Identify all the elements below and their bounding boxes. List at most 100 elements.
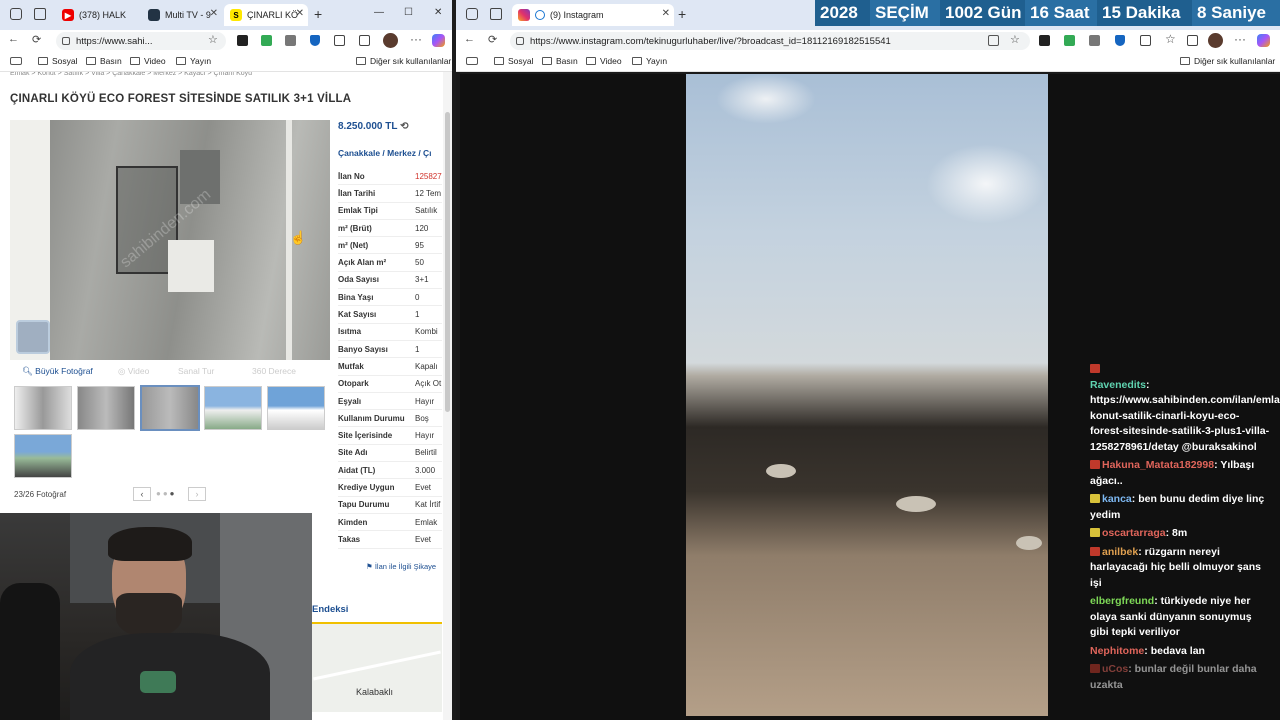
close-icon[interactable]: ✕ (662, 8, 670, 19)
menu-icon[interactable] (466, 57, 478, 65)
workspaces-icon[interactable] (10, 8, 22, 20)
maximize-icon[interactable]: ☐ (404, 7, 413, 18)
live-indicator-icon (535, 10, 545, 20)
avatar[interactable] (383, 33, 398, 48)
extension-icon-1[interactable] (1039, 35, 1050, 46)
reader-view-icon[interactable] (988, 35, 999, 46)
tab-sahibinden[interactable]: S ÇINARLI KÖ ✕ (224, 4, 308, 26)
virtual-tour-tab[interactable]: Sanal Tur (178, 366, 214, 376)
chat-username: Nephitome (1090, 644, 1145, 657)
close-icon[interactable]: ✕ (210, 8, 218, 19)
bookmark-other[interactable]: Diğer sık kullanılanlar (356, 56, 451, 66)
detail-key: Aidat (TL) (338, 465, 376, 475)
copilot-icon[interactable] (432, 34, 445, 47)
scrollbar-thumb[interactable] (445, 112, 450, 412)
right-address-row: ← ⟳ https://www.instagram.com/tekinugurl… (456, 30, 1280, 52)
more-icon[interactable]: ··· (1234, 32, 1246, 46)
extension-icon-1[interactable] (237, 35, 248, 46)
bookmark-video[interactable]: Video (130, 56, 166, 66)
map-road (313, 650, 441, 681)
detail-row: Açık Alan m² 50 (338, 254, 442, 272)
thumbnail[interactable] (14, 434, 72, 478)
next-photo-button[interactable]: › (188, 487, 206, 501)
detail-value: Kombi (415, 327, 438, 337)
close-icon[interactable]: ✕ (296, 8, 304, 19)
more-icon[interactable]: ··· (410, 32, 422, 46)
countdown-days: 1002 Gün (940, 0, 1025, 26)
thumbnail[interactable] (14, 386, 72, 430)
new-tab-icon[interactable]: + (678, 6, 686, 22)
avatar[interactable] (1208, 33, 1223, 48)
extension-icon-2[interactable] (1064, 35, 1075, 46)
bookmark-yayin[interactable]: Yayın (176, 56, 211, 66)
extension-icon-3[interactable] (1089, 35, 1100, 46)
chat-message: anilbek: rüzgarın nereyi harlayacağı hiç… (1090, 545, 1272, 592)
bookmark-sosyal[interactable]: Sosyal (494, 56, 534, 66)
detail-value: Hayır (415, 396, 435, 406)
extensions-puzzle-icon[interactable] (334, 35, 345, 46)
thumbnail[interactable] (77, 386, 135, 430)
history-icon[interactable]: ⟲ (400, 121, 408, 132)
tab-label: (9) Instagram (550, 10, 604, 20)
tab-instagram[interactable]: (9) Instagram ✕ (512, 4, 674, 26)
main-photo[interactable]: sahibinden.com ☝ (10, 120, 330, 360)
bookmark-video[interactable]: Video (586, 56, 622, 66)
big-photo-tab[interactable]: 🔍︎ Büyük Fotoğraf (22, 366, 93, 377)
detail-row: m² (Brüt) 120 (338, 220, 442, 238)
favorite-star-icon[interactable]: ☆ (1010, 33, 1020, 46)
video-tab[interactable]: ◎ Video (118, 366, 149, 377)
tab-actions-icon[interactable] (34, 8, 46, 20)
extensions-puzzle-icon[interactable] (1140, 35, 1151, 46)
photo-logo-icon (16, 320, 50, 354)
location-breadcrumb[interactable]: Çanakkale / Merkez / Çı (338, 148, 432, 158)
bookmark-other[interactable]: Diğer sık kullanılanlar (1180, 56, 1275, 66)
tab-youtube[interactable]: ▶ (378) HALK (56, 4, 140, 26)
bookmark-basin[interactable]: Basın (86, 56, 122, 66)
detail-key: İlan No (338, 171, 365, 181)
address-bar[interactable]: https://www.instagram.com/tekinugurluhab… (510, 32, 1030, 50)
thumbnail[interactable] (267, 386, 325, 430)
extension-icon-4[interactable] (359, 35, 370, 46)
extension-icon-2[interactable] (261, 35, 272, 46)
prev-photo-button[interactable]: ‹ (133, 487, 151, 501)
bookmark-sosyal[interactable]: Sosyal (38, 56, 78, 66)
back-icon[interactable]: ← (464, 33, 475, 45)
shield-icon[interactable] (310, 35, 320, 46)
new-tab-icon[interactable]: + (314, 6, 322, 22)
bookmark-yayin[interactable]: Yayın (632, 56, 667, 66)
live-video[interactable] (686, 74, 1048, 716)
thumbnail[interactable] (204, 386, 262, 430)
map[interactable]: Kalabaklı (312, 622, 442, 712)
top-breadcrumb[interactable]: Emlak > Konut > Satılık > Villa > Çanakk… (10, 72, 252, 78)
refresh-icon[interactable]: ⟳ (32, 33, 41, 46)
detail-row: Kullanım Durumu Boş (338, 410, 442, 428)
menu-icon[interactable] (10, 57, 22, 65)
favorite-star-icon[interactable]: ☆ (208, 33, 218, 46)
tab-actions-icon[interactable] (490, 8, 502, 20)
shield-icon[interactable] (1115, 35, 1125, 46)
close-window-icon[interactable]: ✕ (434, 7, 442, 18)
chat-message: oscartarraga: 8m (1090, 526, 1272, 542)
pager-dots: ●●● (156, 489, 177, 498)
detail-key: Oda Sayısı (338, 275, 379, 285)
favorites-icon[interactable]: ☆ (1165, 32, 1176, 46)
detail-key: Emlak Tipi (338, 206, 378, 216)
scrollbar[interactable] (443, 72, 452, 720)
workspaces-icon[interactable] (466, 8, 478, 20)
degree-360-tab[interactable]: 360 Derece (252, 366, 296, 376)
tab-multitv[interactable]: Multi TV - 9 ✕ (142, 4, 222, 26)
folder-icon (86, 57, 96, 65)
complaint-link[interactable]: ⚑ İlan ile İlgili Şikaye (366, 562, 436, 571)
extension-icon-3[interactable] (285, 35, 296, 46)
collections-icon[interactable] (1187, 35, 1198, 46)
thumbnail-selected[interactable] (140, 385, 200, 431)
back-icon[interactable]: ← (8, 33, 19, 45)
endeksi-tab[interactable]: Endeksi (312, 604, 348, 615)
address-bar[interactable]: https://www.sahi... (56, 32, 226, 50)
minimize-icon[interactable]: — (374, 7, 384, 18)
bookmark-basin[interactable]: Basın (542, 56, 578, 66)
refresh-icon[interactable]: ⟳ (488, 33, 497, 46)
lock-icon (62, 37, 70, 45)
chat-separator: : (1146, 378, 1150, 391)
copilot-icon[interactable] (1257, 34, 1270, 47)
